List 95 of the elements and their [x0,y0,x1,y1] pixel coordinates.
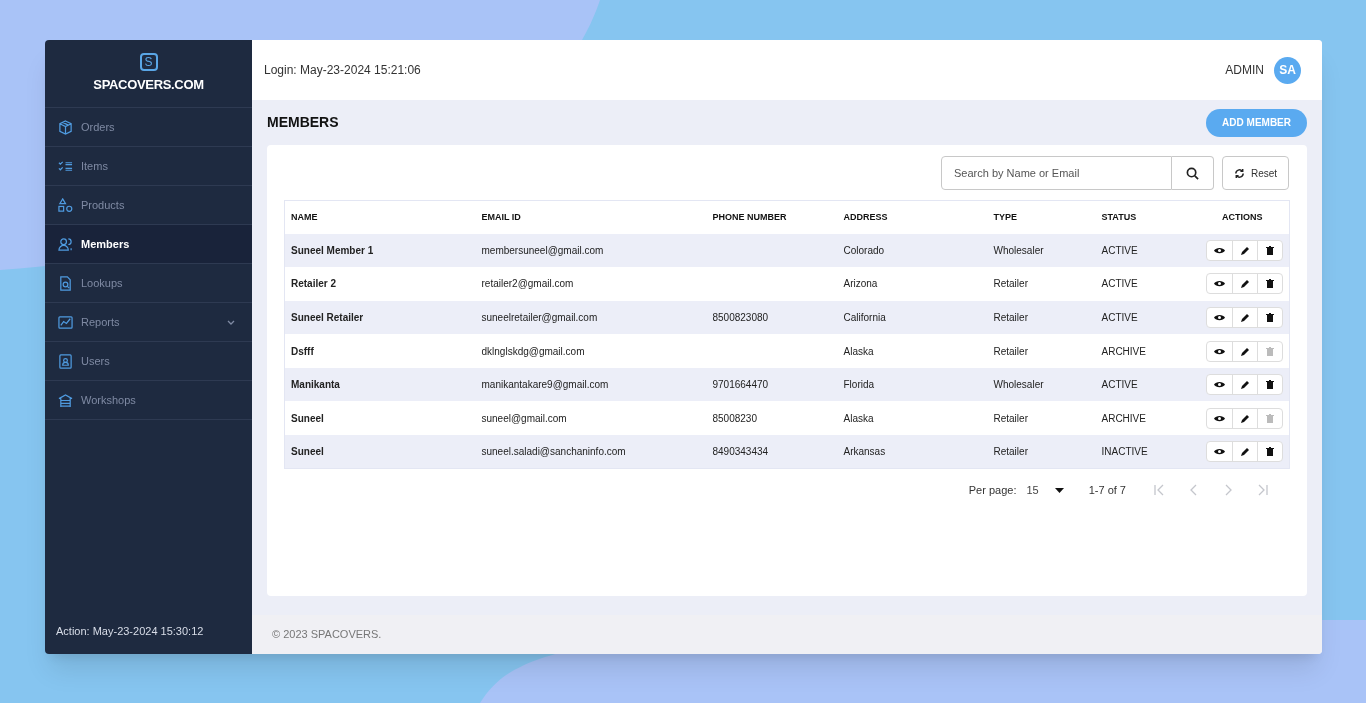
logo-mark: S [139,52,158,71]
table-cell: Manikanta [284,367,476,402]
menu-item-icon [58,353,73,369]
table-cell: Wholesaler [987,233,1096,268]
table-cell: ACTIVE [1095,367,1196,402]
table-cell: 8500823080 [706,300,838,335]
table-cell: Retailer [987,267,1096,301]
menu-item-icon [58,314,73,330]
table-cell: Retailer [987,435,1096,469]
pencil-icon [1240,279,1250,289]
logo-text: SPACOVERS.COM [93,75,204,94]
table-cell: suneel@gmail.com [475,401,707,436]
table-cell: Arkansas [837,435,988,469]
table-cell: Arizona [837,267,988,301]
column-header: STATUS [1095,200,1196,234]
pencil-icon [1240,447,1250,457]
trash-icon [1266,313,1274,322]
table-cell: 9701664470 [706,367,838,402]
table-cell: Alaska [837,334,988,368]
refresh-icon [1233,167,1245,179]
eye-icon [1214,414,1225,422]
trash-icon [1266,380,1274,390]
table-cell: Wholesaler [987,367,1096,402]
table-cell: retailer2@gmail.com [475,267,707,301]
trash-icon [1266,279,1274,289]
eye-icon [1214,381,1225,389]
eye-icon [1214,347,1225,355]
search-button[interactable] [1172,156,1214,190]
table-cell: INACTIVE [1095,435,1196,469]
reset-button[interactable]: Reset [1222,156,1289,190]
action-timestamp: Action: May-23-2024 15:30:12 [55,623,205,639]
chevron-icon [1153,484,1166,497]
table-cell: Alaska [837,401,988,436]
table-cell: Retailer [987,300,1096,335]
column-header: TYPE [987,200,1096,234]
column-header: PHONE NUMBER [706,200,838,234]
sidebar-item[interactable]: Members [45,225,252,264]
page-range: 1-7 of 7 [1088,482,1126,498]
table-cell: Retailer 2 [284,267,476,301]
table-cell: 8490343434 [706,435,838,469]
column-header: ACTIONS [1195,200,1290,234]
user-name: ADMIN [1225,62,1264,79]
table-cell: Colorado [837,233,988,268]
copyright: © 2023 SPACOVERS. [252,615,1322,654]
menu-item-icon [58,275,73,291]
chevron-down-icon [227,319,235,325]
menu-item-icon [58,236,73,252]
search-icon [1186,166,1199,180]
table-cell: California [837,300,988,335]
table-cell: Suneel [284,435,476,469]
dropdown-caret-icon [1054,487,1064,493]
table-cell: Suneel Retailer [284,300,476,335]
table-cell: ARCHIVE [1095,401,1196,436]
table-cell: ARCHIVE [1095,334,1196,368]
table-cell: Suneel Member 1 [284,233,476,268]
table-cell: ACTIVE [1095,300,1196,335]
eye-icon [1214,448,1225,456]
table-cell: Retailer [987,401,1096,436]
table-cell: suneelretailer@gmail.com [475,300,707,335]
page-title: MEMBERS [267,113,339,132]
menu-item-icon [58,197,73,213]
table-cell: manikantakare9@gmail.com [475,367,707,402]
search-field[interactable]: Search by Name or Email [941,156,1172,190]
column-header: NAME [284,200,476,234]
table-cell: Suneel [284,401,476,436]
add-member-button[interactable]: ADD MEMBER [1206,108,1307,137]
pencil-icon [1240,413,1250,423]
menu-item-icon [58,392,73,408]
table-cell: Retailer [987,334,1096,368]
trash-icon [1266,346,1274,356]
pencil-icon [1240,380,1250,390]
pencil-icon [1240,245,1250,255]
trash-icon [1266,245,1274,255]
table-cell: ACTIVE [1095,267,1196,301]
pencil-icon [1240,346,1250,356]
eye-icon [1214,280,1225,288]
table-cell: ACTIVE [1095,233,1196,268]
table-cell: dklnglskdg@gmail.com [475,334,707,368]
per-page-select[interactable]: 15 [1026,481,1064,499]
column-header: ADDRESS [837,200,988,234]
pencil-icon [1240,313,1250,322]
trash-icon [1266,413,1274,423]
eye-icon [1214,246,1225,254]
per-page-label: Per page: [968,482,1017,498]
trash-icon [1266,447,1274,457]
table-cell: 85008230 [706,401,838,436]
column-header: EMAIL ID [475,200,707,234]
user-avatar[interactable]: SA [1274,56,1301,84]
eye-icon [1214,314,1225,321]
table-cell: Dsfff [284,334,476,368]
table-cell: Florida [837,367,988,402]
login-timestamp: Login: May-23-2024 15:21:06 [264,62,421,79]
menu-item-icon [58,119,73,135]
table-cell: suneel.saladi@sanchaninfo.com [475,435,707,469]
table-cell: membersuneel@gmail.com [475,233,707,268]
